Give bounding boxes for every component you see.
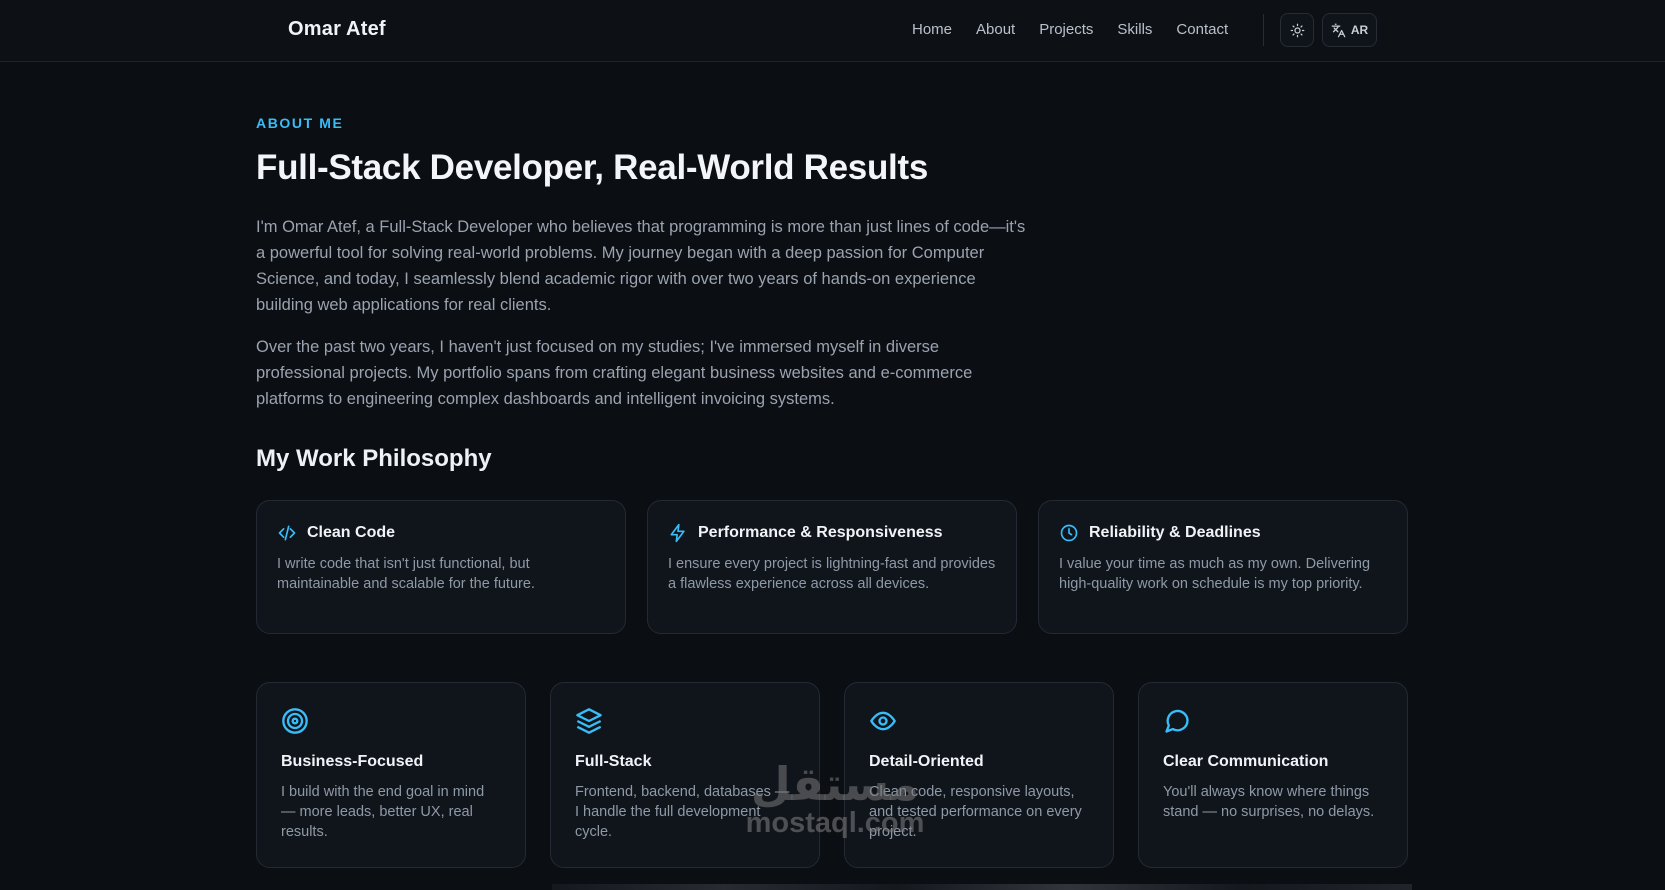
philosophy-card-clean-code: Clean Code I write code that isn't just … (256, 500, 626, 634)
philosophy-card-title: Performance & Responsiveness (698, 524, 943, 541)
philosophy-card-performance: Performance & Responsiveness I ensure ev… (647, 500, 1017, 634)
brand-logo-text[interactable]: Omar Atef (288, 18, 386, 41)
philosophy-card-text: I ensure every project is lightning-fast… (668, 556, 996, 592)
section-eyebrow: ABOUT ME (256, 115, 344, 131)
next-section-preview-strip (552, 884, 1412, 890)
translate-icon (1331, 23, 1346, 37)
feature-card-title: Clear Communication (1163, 753, 1329, 770)
feature-card-text: Frontend, backend, databases — I handle … (575, 784, 790, 840)
nav-divider (1263, 14, 1264, 46)
feature-card-text: You'll always know where things stand — … (1163, 784, 1375, 820)
language-label: AR (1350, 23, 1369, 37)
philosophy-card-text: I value your time as much as my own. Del… (1059, 556, 1371, 592)
philosophy-heading: My Work Philosophy (256, 445, 492, 472)
target-icon (282, 708, 308, 734)
about-paragraph-2: Over the past two years, I haven't just … (256, 338, 973, 408)
nav-link-about[interactable]: About (976, 21, 1015, 38)
code-icon (278, 525, 296, 541)
nav-link-skills[interactable]: Skills (1117, 21, 1152, 38)
about-paragraph-1: I'm Omar Atef, a Full-Stack Developer wh… (256, 218, 1026, 314)
clock-icon (1060, 524, 1078, 542)
feature-card-text: Clean code, responsive layouts, and test… (869, 784, 1082, 840)
feature-card-business-focused: Business-Focused I build with the end go… (256, 682, 526, 868)
page-title: Full-Stack Developer, Real-World Results (256, 148, 928, 187)
philosophy-card-title: Reliability & Deadlines (1089, 524, 1261, 541)
lightning-icon (670, 523, 685, 543)
theme-toggle-button[interactable] (1280, 13, 1314, 47)
language-toggle-button[interactable]: AR (1322, 13, 1377, 47)
main-nav: Home About Projects Skills Contact (912, 21, 1228, 38)
philosophy-card-reliability: Reliability & Deadlines I value your tim… (1038, 500, 1408, 634)
feature-card-clear-communication: Clear Communication You'll always know w… (1138, 682, 1408, 868)
feature-card-title: Detail-Oriented (869, 753, 984, 770)
chat-bubble-icon (1165, 709, 1189, 733)
philosophy-card-title: Clean Code (307, 524, 396, 541)
feature-card-title: Full-Stack (575, 753, 652, 770)
feature-card-title: Business-Focused (281, 753, 424, 770)
philosophy-card-text: I write code that isn't just functional,… (277, 556, 535, 592)
nav-link-projects[interactable]: Projects (1039, 21, 1093, 38)
nav-link-home[interactable]: Home (912, 21, 952, 38)
feature-card-detail-oriented: Detail-Oriented Clean code, responsive l… (844, 682, 1114, 868)
sun-icon (1290, 23, 1304, 37)
eye-icon (870, 711, 896, 731)
layers-icon (576, 708, 602, 734)
top-navbar: Omar Atef Home About Projects Skills Con… (0, 0, 1665, 62)
feature-card-full-stack: Full-Stack Frontend, backend, databases … (550, 682, 820, 868)
nav-link-contact[interactable]: Contact (1176, 21, 1228, 38)
feature-card-text: I build with the end goal in mind — more… (281, 784, 485, 840)
